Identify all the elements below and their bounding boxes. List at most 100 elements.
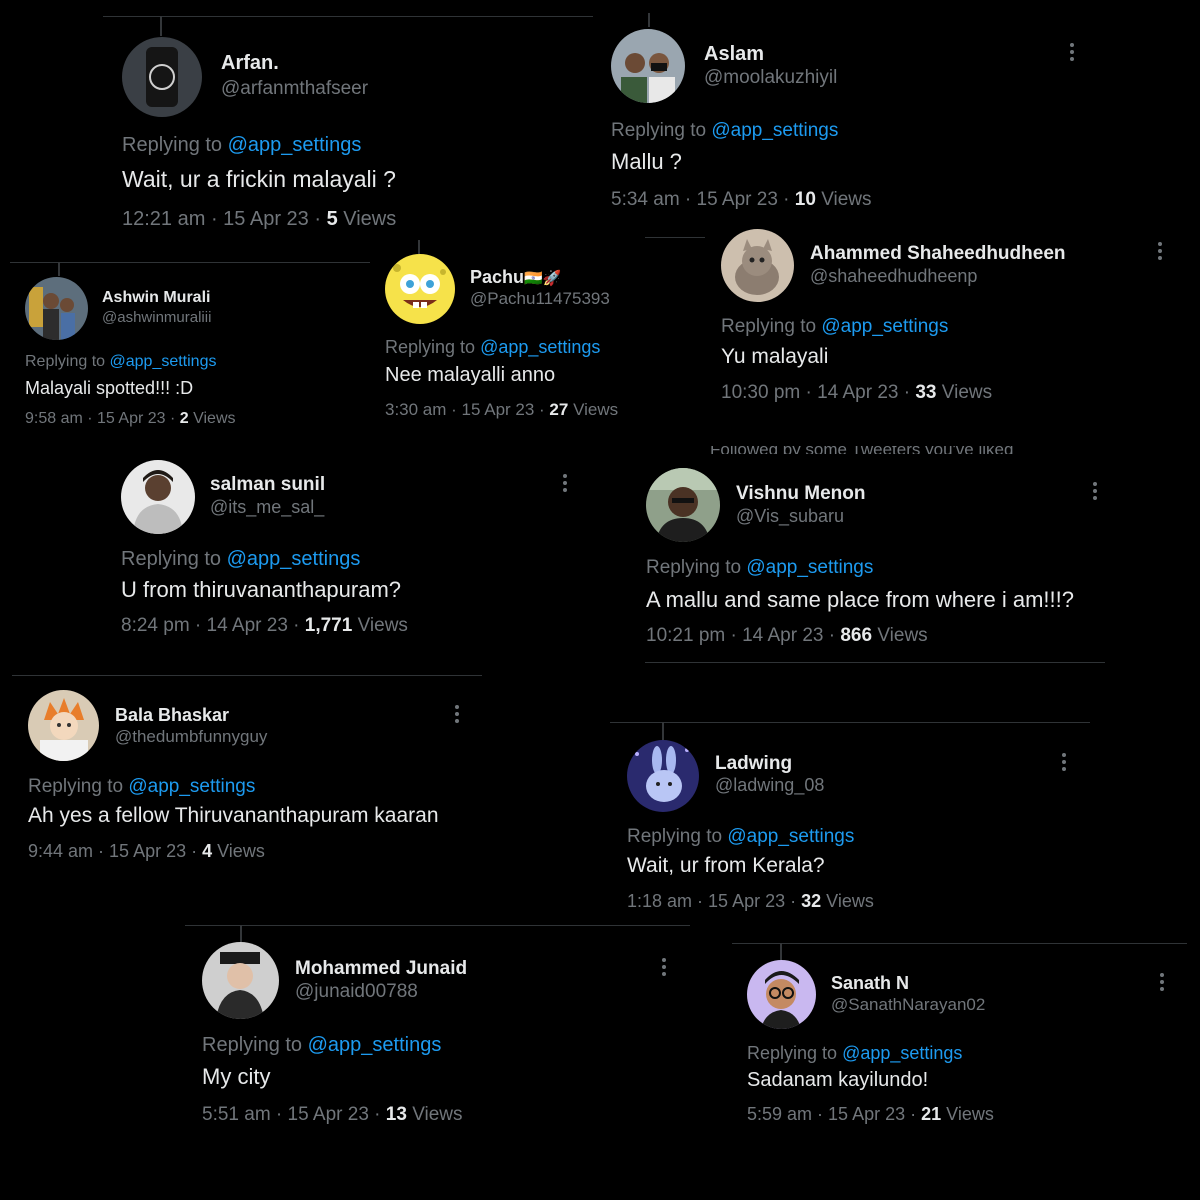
- timestamp[interactable]: 10:30 pm · 14 Apr 23 ·: [721, 382, 915, 403]
- divider: [645, 237, 705, 238]
- view-count: 27: [549, 400, 569, 419]
- thread-line: [418, 240, 420, 254]
- mention-link[interactable]: @app_settings: [128, 776, 255, 797]
- display-name[interactable]: Pachu🇮🇳🚀: [470, 267, 561, 288]
- timestamp[interactable]: 5:34 am · 15 Apr 23 ·: [611, 189, 795, 210]
- mention-link[interactable]: @app_settings: [727, 826, 854, 847]
- divider: [10, 262, 370, 263]
- reply-text: Ah yes a fellow Thiruvananthapuram kaara…: [28, 804, 439, 827]
- mention-link[interactable]: @app_settings: [110, 353, 217, 370]
- timestamp[interactable]: 12:21 am · 15 Apr 23 ·: [122, 208, 327, 230]
- timestamp[interactable]: 3:30 am · 15 Apr 23 ·: [385, 400, 549, 419]
- more-options-icon[interactable]: [1160, 973, 1164, 991]
- user-handle[interactable]: @Pachu11475393: [470, 289, 610, 309]
- thread-line: [160, 16, 162, 36]
- more-options-icon[interactable]: [1070, 43, 1074, 61]
- display-name[interactable]: Ashwin Murali: [102, 289, 210, 307]
- more-options-icon[interactable]: [455, 705, 459, 723]
- timestamp[interactable]: 5:51 am · 15 Apr 23 ·: [202, 1104, 386, 1125]
- display-name[interactable]: Aslam: [704, 43, 764, 66]
- replying-to: Replying to @app_settings: [611, 120, 839, 141]
- replying-to: Replying to @app_settings: [646, 557, 874, 578]
- avatar[interactable]: [611, 29, 685, 103]
- reply-text: A mallu and same place from where i am!!…: [646, 587, 1074, 612]
- user-handle[interactable]: @thedumbfunnyguy: [115, 727, 267, 747]
- replying-to: Replying to @app_settings: [122, 134, 362, 156]
- avatar-photo-icon: [611, 29, 685, 103]
- timestamp[interactable]: 9:44 am · 15 Apr 23 ·: [28, 841, 202, 861]
- timestamp[interactable]: 1:18 am · 15 Apr 23 ·: [627, 891, 801, 911]
- more-options-icon[interactable]: [662, 958, 666, 976]
- more-options-icon[interactable]: [1062, 753, 1066, 771]
- user-handle[interactable]: @ladwing_08: [715, 775, 824, 796]
- more-options-icon[interactable]: [563, 474, 567, 492]
- more-options-icon[interactable]: [1093, 482, 1097, 500]
- avatar[interactable]: [646, 468, 720, 542]
- user-handle[interactable]: @its_me_sal_: [210, 497, 324, 518]
- divider: [185, 925, 690, 926]
- user-handle[interactable]: @arfanmthafseer: [221, 78, 368, 100]
- reply-text: Wait, ur a frickin malayali ?: [122, 166, 396, 192]
- avatar[interactable]: [122, 37, 202, 117]
- display-name[interactable]: Ahammed Shaheedhudheen: [810, 243, 1066, 265]
- divider: [103, 16, 593, 17]
- user-handle[interactable]: @moolakuzhiyil: [704, 67, 837, 89]
- avatar[interactable]: [25, 277, 88, 340]
- mention-link[interactable]: @app_settings: [480, 337, 600, 357]
- display-name[interactable]: salman sunil: [210, 474, 325, 496]
- avatar-photo-icon: [646, 468, 720, 542]
- avatar[interactable]: [28, 690, 99, 761]
- avatar[interactable]: [721, 229, 794, 302]
- display-name[interactable]: Sanath N: [831, 973, 909, 994]
- reply-meta: 5:59 am · 15 Apr 23 · 21 Views: [747, 1104, 994, 1124]
- timestamp[interactable]: 8:24 pm · 14 Apr 23 ·: [121, 615, 305, 636]
- timestamp[interactable]: 5:59 am · 15 Apr 23 ·: [747, 1104, 921, 1124]
- display-name[interactable]: Bala Bhaskar: [115, 705, 229, 726]
- display-name[interactable]: Vishnu Menon: [736, 483, 865, 505]
- view-count: 33: [915, 382, 937, 403]
- view-count: 10: [794, 189, 816, 210]
- user-handle[interactable]: @junaid00788: [295, 981, 418, 1003]
- user-handle[interactable]: @ashwinmuraliii: [102, 309, 211, 326]
- view-count: 2: [179, 410, 189, 427]
- replying-to: Replying to @app_settings: [25, 353, 217, 370]
- divider: [645, 662, 1105, 663]
- mention-link[interactable]: @app_settings: [228, 134, 362, 156]
- display-name[interactable]: Mohammed Junaid: [295, 958, 467, 980]
- reply-text: Yu malayali: [721, 345, 829, 368]
- reply-meta: 9:44 am · 15 Apr 23 · 4 Views: [28, 841, 265, 861]
- more-options-icon[interactable]: [1158, 242, 1162, 260]
- display-name[interactable]: Arfan.: [221, 52, 279, 75]
- avatar[interactable]: [202, 942, 279, 1019]
- reply-meta: 3:30 am · 15 Apr 23 · 27 Views: [385, 400, 619, 419]
- avatar[interactable]: [747, 960, 816, 1029]
- user-handle[interactable]: @Vis_subaru: [736, 506, 844, 527]
- replying-to: Replying to @app_settings: [385, 337, 601, 357]
- mention-link[interactable]: @app_settings: [746, 557, 873, 578]
- replying-to: Replying to @app_settings: [721, 316, 949, 337]
- mention-link[interactable]: @app_settings: [308, 1034, 442, 1056]
- replying-to: Replying to @app_settings: [627, 826, 855, 847]
- reply-meta: 5:34 am · 15 Apr 23 · 10 Views: [611, 189, 872, 210]
- reply-meta: 9:58 am · 15 Apr 23 · 2 Views: [25, 410, 236, 427]
- avatar[interactable]: [385, 254, 455, 324]
- mention-link[interactable]: @app_settings: [842, 1043, 962, 1063]
- mention-link[interactable]: @app_settings: [821, 316, 948, 337]
- timestamp[interactable]: 10:21 pm · 14 Apr 23 ·: [646, 625, 840, 646]
- user-handle[interactable]: @SanathNarayan02: [831, 995, 985, 1015]
- reply-text: U from thiruvananthapuram?: [121, 577, 402, 602]
- user-handle[interactable]: @shaheedhudheenp: [810, 266, 977, 287]
- avatar-photo-icon: [25, 277, 88, 340]
- replying-to: Replying to @app_settings: [121, 548, 361, 570]
- reply-text: Wait, ur from Kerala?: [627, 854, 825, 877]
- timestamp[interactable]: 9:58 am · 15 Apr 23 ·: [25, 410, 180, 427]
- avatar-photo-icon: [202, 942, 279, 1019]
- replying-to: Replying to @app_settings: [747, 1043, 963, 1063]
- mention-link[interactable]: @app_settings: [227, 548, 361, 570]
- avatar[interactable]: [121, 460, 195, 534]
- display-name[interactable]: Ladwing: [715, 753, 792, 775]
- mention-link[interactable]: @app_settings: [711, 120, 838, 141]
- avatar[interactable]: [627, 740, 699, 812]
- thread-line: [58, 262, 60, 276]
- divider: [610, 722, 1090, 723]
